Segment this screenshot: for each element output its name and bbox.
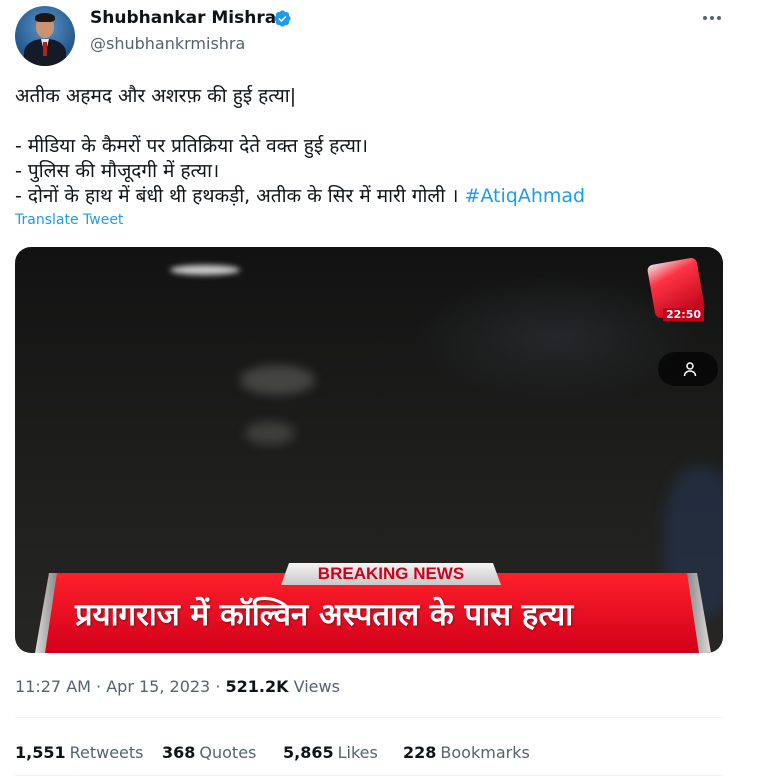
tweet-date[interactable]: Apr 15, 2023 [106,677,210,696]
avatar-hair [35,13,55,22]
tweet-text-line-4: - दोनों के हाथ में बंधी थी हथकड़ी, अतीक … [15,182,585,208]
divider [15,717,723,718]
retweets-stat[interactable]: 1,551 Retweets [15,743,144,762]
retweets-label: Retweets [69,743,144,762]
likes-count: 5,865 [283,743,334,762]
tweet-meta: 11:27 AM · Apr 15, 2023 · 521.2K Views [15,677,340,696]
translate-tweet-link[interactable]: Translate Tweet [15,212,123,228]
avatar-tie [43,42,47,56]
meta-separator: · [210,677,226,696]
retweets-count: 1,551 [15,743,66,762]
scene-figure [240,365,315,395]
more-dot [703,16,707,20]
bookmarks-count: 228 [403,743,437,762]
likes-label: Likes [337,743,378,762]
quotes-stat[interactable]: 368 Quotes [162,743,256,762]
meta-separator: · [90,677,107,696]
tweet-text-line-4-body: - दोनों के हाथ में बंधी थी हथकड़ी, अतीक … [15,185,459,207]
bookmarks-stat[interactable]: 228 Bookmarks [403,743,530,762]
hashtag-link[interactable]: #AtiqAhmad [464,185,585,207]
tweet-time[interactable]: 11:27 AM [15,677,91,696]
news-ticker: BREAKING NEWS प्रयागराज में कॉल्विन अस्प… [35,563,711,653]
likes-stat[interactable]: 5,865 Likes [283,743,378,762]
tweet-card: Shubhankar Mishra @shubhankrmishra अतीक … [0,0,763,778]
divider [15,775,723,776]
views-label: Views [293,677,340,696]
broadcast-clock: 22:50 [663,308,705,321]
breaking-news-label: BREAKING NEWS [281,563,501,585]
verified-badge-icon [274,10,291,27]
tweet-text-line-2: - मीडिया के कैमरों पर प्रतिक्रिया देते व… [15,135,368,157]
more-dot [710,16,714,20]
bookmarks-label: Bookmarks [440,743,530,762]
views-count: 521.2K [225,677,289,696]
scene-figure [245,421,295,445]
more-horizontal-icon[interactable] [697,8,727,28]
more-dot [717,16,721,20]
tweet-media-image[interactable]: 22:50 BREAKING NEWS प्रयागराज में कॉल्वि… [15,247,723,653]
tweet-text-line-1: अतीक अहमद और अशरफ़ की हुई हत्या| [15,85,297,107]
author-handle[interactable]: @shubhankrmishra [90,34,245,53]
ticker-headline: प्रयागराज में कॉल्विन अस्पताल के पास हत्… [75,597,574,633]
person-icon [683,362,697,377]
avatar[interactable] [15,6,75,66]
quotes-label: Quotes [199,743,257,762]
author-name[interactable]: Shubhankar Mishra [90,8,276,28]
scene-light [170,265,240,275]
tweet-text-line-3: - पुलिस की मौजूदगी में हत्या। [15,160,220,182]
quotes-count: 368 [162,743,196,762]
